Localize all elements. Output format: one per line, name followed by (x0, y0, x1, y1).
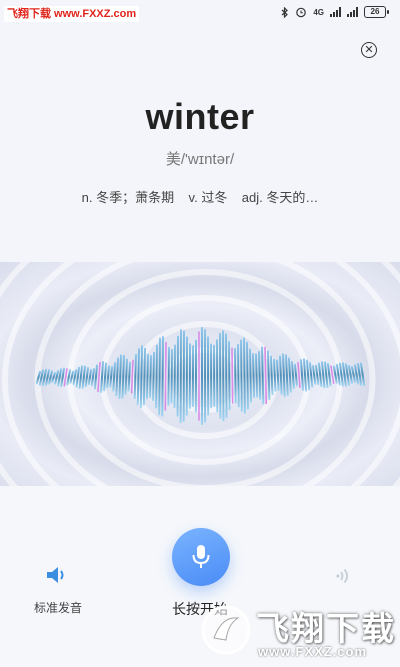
watermark-brand: 飞翔下载 (256, 610, 396, 647)
wave-bar (136, 347, 140, 406)
wave-bar (149, 355, 152, 398)
wave-bar (267, 350, 271, 401)
wave-bar (133, 354, 137, 400)
wave-bar (78, 365, 83, 390)
wave-bar (51, 372, 56, 383)
record-button[interactable] (172, 528, 230, 586)
alarm-icon (296, 7, 307, 18)
wave-bar (109, 365, 113, 388)
wave-bar (173, 344, 176, 409)
watermark-url: www.FXXZ.com (258, 644, 368, 659)
watermark-logo (201, 605, 251, 655)
wave-bar (72, 369, 77, 386)
wave-bar (115, 357, 119, 397)
wave-bar (161, 335, 164, 417)
wave-bar (279, 355, 283, 395)
battery-icon: 26 (364, 6, 389, 18)
wave-bar (112, 362, 116, 392)
wave-bar (321, 361, 326, 389)
wave-bar (139, 345, 143, 409)
wave-bar (258, 350, 262, 400)
wave-bar (333, 365, 338, 384)
wave-bar (312, 364, 317, 385)
wave-bar (170, 348, 173, 404)
status-icons: 4G 26 (281, 6, 389, 18)
watermark-top: 飞翔下载 www.FXXZ.com (4, 6, 140, 22)
signal-icon-2 (347, 7, 358, 17)
playback-icon[interactable] (332, 566, 352, 586)
wave-bar (167, 346, 170, 406)
wave-bar (158, 337, 161, 416)
wave-bar (118, 354, 122, 400)
word-title: winter (145, 96, 255, 137)
wave-bar (282, 353, 286, 398)
wave-bar (228, 341, 231, 411)
wave-bar (240, 339, 243, 412)
wave-bar (318, 362, 323, 388)
wave-bar (243, 337, 246, 414)
speaker-icon[interactable] (46, 566, 68, 584)
wave-bar (142, 347, 146, 406)
wave-bar (87, 368, 92, 386)
wave-bar (249, 348, 252, 403)
signal-icon (330, 7, 341, 17)
waveform (0, 262, 400, 486)
wave-bar (84, 367, 89, 388)
wave-bar (327, 362, 332, 387)
phonetic: 美/'wɪntər/ (165, 151, 235, 168)
wave-bar (164, 341, 167, 411)
wave-bar (152, 351, 155, 402)
microphone-icon (192, 545, 210, 568)
wave-bar (225, 333, 228, 419)
wave-bar (246, 341, 249, 410)
wave-bar (297, 361, 301, 389)
network-label: 4G (313, 7, 324, 17)
wave-bar (81, 365, 86, 389)
wave-bar (288, 357, 292, 393)
wave-bar (351, 366, 357, 383)
status-bar: 飞翔下载 www.FXXZ.com 4G 26 (0, 0, 400, 26)
definitions: n. 冬季；萧条期 v. 过冬 adj. 冬天的… (81, 190, 319, 205)
wave-bar (255, 353, 259, 398)
standard-pronunciation-label[interactable]: 标准发音 (20, 599, 96, 616)
wave-bar (124, 358, 128, 395)
wave-bar (285, 354, 289, 397)
bluetooth-icon (281, 6, 289, 18)
wave-bar (237, 343, 240, 408)
wave-bar (231, 347, 234, 404)
wave-bar (97, 361, 101, 393)
close-icon[interactable]: ✕ (361, 42, 377, 58)
wave-bar (234, 347, 237, 404)
wave-bar (127, 361, 131, 392)
wave-bar (121, 354, 125, 399)
wave-bar (252, 353, 256, 398)
wave-bar (315, 364, 320, 386)
wave-bar (270, 355, 274, 396)
wave-bar (261, 346, 265, 405)
wave-bar (90, 367, 95, 387)
watermark-bottom: 飞翔下载 www.FXXZ.com (196, 600, 394, 662)
wave-bar (145, 353, 149, 400)
waveform-panel (0, 262, 400, 486)
wave-bar (106, 365, 110, 389)
wave-bar (324, 361, 329, 389)
wave-bar (93, 364, 98, 390)
wave-bar (330, 365, 335, 384)
wave-bar (291, 361, 295, 390)
wave-bar (294, 363, 298, 387)
wave-bar (155, 344, 158, 409)
